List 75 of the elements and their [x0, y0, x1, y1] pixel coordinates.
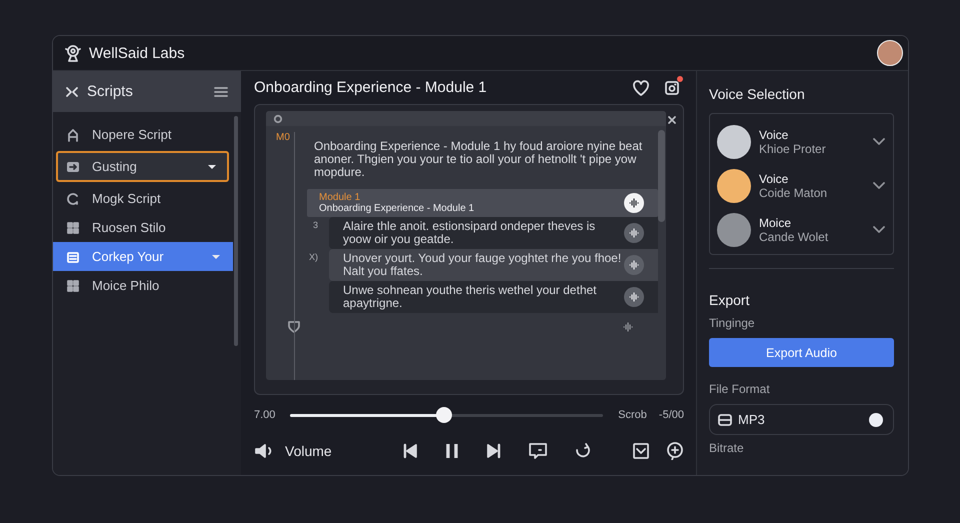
download-box-icon[interactable] — [632, 442, 650, 460]
voice-name: Coide Maton — [759, 186, 828, 200]
format-selector[interactable]: MP3 — [709, 404, 894, 435]
waveform-icon[interactable] — [624, 193, 644, 213]
voice-name: Cande Wolet — [759, 230, 830, 244]
line-marker: 3 — [312, 219, 318, 230]
scrub-label: Scrob — [618, 409, 647, 421]
progress-thumb[interactable] — [436, 407, 452, 423]
script-segment[interactable]: Unwe sohnean youthe theris wethel your dethet apaytrigne. — [329, 281, 658, 313]
camera-icon[interactable] — [664, 80, 680, 96]
sidebar-item[interactable]: Mogk Script — [53, 184, 241, 213]
sidebar-item[interactable]: Nopere Script — [53, 120, 241, 149]
voice-label: Voice — [759, 172, 790, 186]
collapse-icon[interactable] — [65, 84, 79, 98]
section-title: Export — [709, 292, 750, 308]
sidebar-item[interactable]: Gusting — [56, 151, 229, 182]
pause-icon[interactable] — [444, 442, 460, 460]
field-label: File Format — [709, 382, 771, 396]
script-segment[interactable]: Alaire thle anoit. estionsipard ondeper theves is yoow oir you geatde. — [329, 217, 658, 249]
voice-label: Voice — [759, 128, 790, 142]
add-comment-icon[interactable] — [666, 442, 684, 460]
module-title: Onboarding Experience - Module 1 — [319, 203, 476, 214]
voice-option[interactable]: Voice Coide Maton — [717, 164, 893, 208]
close-icon[interactable] — [667, 115, 677, 125]
export-button[interactable]: Export Audio — [709, 338, 894, 367]
document-title: Onboarding Experience - Module 1 — [254, 79, 487, 96]
voice-name: Khioe Proter — [759, 142, 827, 156]
progress-track[interactable] — [290, 407, 604, 423]
settings-icon[interactable] — [273, 114, 283, 124]
logo-icon — [63, 43, 83, 63]
waveform-icon[interactable] — [624, 255, 644, 275]
arrow-tag-icon — [66, 160, 80, 174]
volume-label: Volume — [285, 443, 332, 459]
section-title: Voice Selection — [709, 86, 806, 102]
menu-icon[interactable] — [213, 84, 229, 98]
remaining-time: -5/00 — [658, 409, 684, 421]
sidebar-item[interactable]: Corkep Your — [53, 242, 233, 271]
voice-option[interactable]: Moice Cande Wolet — [717, 208, 893, 252]
sidebar-item[interactable]: Moice Philo — [53, 271, 241, 300]
scrollbar[interactable] — [234, 116, 238, 346]
sidebar-item[interactable]: Ruosen Stilo — [53, 213, 241, 242]
next-icon[interactable] — [486, 443, 502, 459]
field-label: Bitrate — [709, 441, 745, 455]
script-segment[interactable]: Unover yourt. Youd your fauge yoghtet rhe you fhoe! Nalt you ffates. — [329, 249, 658, 281]
waveform-icon[interactable] — [624, 223, 644, 243]
card-icon — [66, 250, 80, 264]
loop-icon — [66, 192, 80, 206]
voice-option[interactable]: Voice Khioe Proter — [717, 120, 893, 164]
chevron-down-icon — [873, 138, 885, 146]
module-label: Module 1 — [319, 192, 362, 203]
small-waveform-icon[interactable] — [622, 322, 634, 332]
line-marker: X) — [308, 251, 318, 262]
waveform-icon[interactable] — [624, 287, 644, 307]
grid-icon — [66, 220, 80, 234]
chevron-down-icon — [873, 226, 885, 234]
voice-label: Moice — [759, 216, 792, 230]
module-card[interactable]: Module 1 Onboarding Experience - Module 1 — [307, 189, 658, 217]
letter-a-icon — [66, 128, 80, 142]
elapsed-time: 7.00 — [254, 409, 276, 421]
drive-icon — [718, 412, 732, 426]
toggle-knob[interactable] — [869, 412, 883, 426]
refresh-icon[interactable] — [574, 442, 592, 460]
sidebar-title: Scripts — [87, 83, 134, 100]
block-marker: M0 — [276, 132, 291, 145]
caption-icon[interactable] — [528, 442, 548, 460]
shield-icon — [288, 320, 300, 334]
heart-icon[interactable] — [632, 80, 650, 96]
previous-icon[interactable] — [402, 443, 418, 459]
script-paragraph: Onboarding Experience - Module 1 hy foud aroiore nyine beat anoner. Thgien you your te tio aoll your of hetnollt 't pipe yow mopdure. — [314, 140, 644, 179]
brand-name: WellSaid Labs — [89, 44, 185, 62]
grid-icon — [66, 278, 80, 292]
scrollbar[interactable] — [658, 130, 665, 222]
chevron-down-icon — [873, 182, 885, 190]
user-avatar[interactable] — [877, 40, 903, 66]
section-subtitle: Tinginge — [709, 316, 756, 330]
